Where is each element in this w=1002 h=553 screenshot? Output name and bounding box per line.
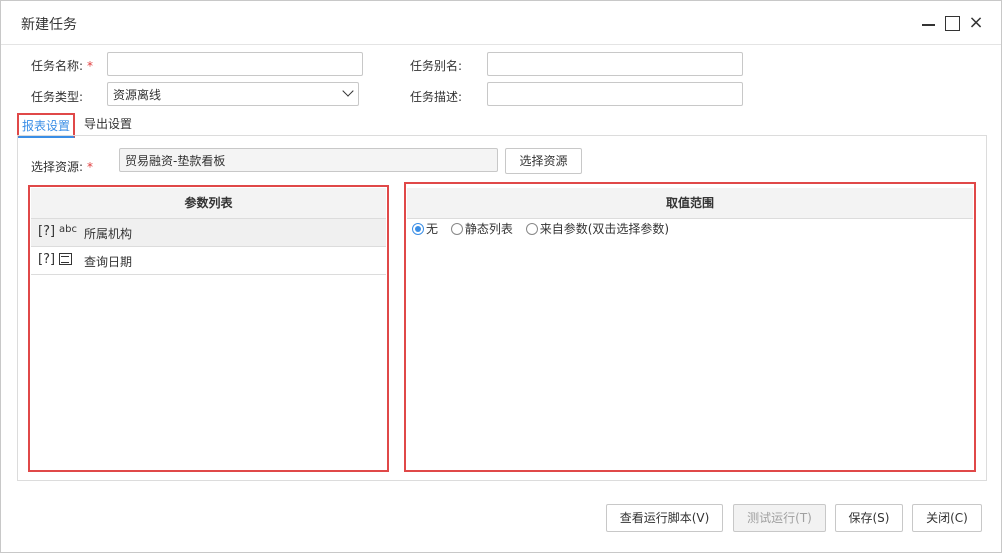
radio-static-list[interactable]: 静态列表 [450, 220, 513, 237]
task-type-select[interactable]: 资源离线 [107, 82, 359, 106]
text-type-icon: abc [59, 224, 77, 235]
view-script-button[interactable]: 查看运行脚本(V) [606, 504, 723, 532]
param-name: 查询日期 [84, 255, 133, 269]
maximize-icon[interactable] [942, 13, 962, 33]
task-name-input[interactable] [107, 52, 363, 76]
task-desc-label: 任务描述: [410, 90, 463, 104]
param-row-date[interactable]: [?] 查询日期 [31, 247, 386, 275]
radio-none[interactable]: 无 [412, 220, 438, 237]
radio-from-param[interactable]: 来自参数(双击选择参数) [525, 220, 669, 237]
resource-input[interactable]: 贸易融资-垫款看板 [119, 148, 498, 172]
radio-unchecked-icon [450, 222, 463, 235]
dialog-title: 新建任务 [21, 17, 77, 33]
test-run-button[interactable]: 测试运行(T) [733, 504, 826, 532]
value-range-header: 取值范围 [407, 188, 973, 219]
unknown-flag: [?] [38, 252, 56, 267]
minimize-icon[interactable] [919, 13, 939, 33]
param-list-header: 参数列表 [31, 188, 386, 219]
task-alias-input[interactable] [487, 52, 743, 76]
new-task-dialog: 新建任务 × 任务名称: * 任务别名: 任务类型: 资源离线 任务描述: 报表设… [0, 0, 1002, 553]
task-type-value: 资源离线 [113, 88, 162, 102]
task-name-label: 任务名称: * [31, 59, 94, 73]
required-asterisk: * [87, 160, 94, 174]
param-name: 所属机构 [84, 227, 133, 241]
radio-checked-icon [412, 222, 424, 235]
title-bar: 新建任务 × [1, 1, 1001, 45]
chevron-down-icon [343, 88, 353, 98]
param-row-org[interactable]: [?] abc 所属机构 [31, 219, 386, 247]
close-button[interactable]: 关闭(C) [912, 504, 982, 532]
task-desc-input[interactable] [487, 82, 743, 106]
tab-export-settings[interactable]: 导出设置 [81, 113, 135, 134]
radio-unchecked-icon [525, 222, 538, 235]
save-button[interactable]: 保存(S) [835, 504, 903, 532]
resource-label: 选择资源: * [31, 160, 94, 174]
unknown-flag: [?] [38, 224, 56, 239]
task-alias-label: 任务别名: [410, 59, 463, 73]
select-resource-button[interactable]: 选择资源 [505, 148, 582, 174]
close-icon[interactable]: × [966, 13, 986, 33]
task-type-label: 任务类型: [31, 90, 84, 104]
calendar-icon [59, 253, 72, 265]
value-range-options: 无 静态列表 来自参数(双击选择参数) [412, 220, 678, 238]
required-asterisk: * [87, 59, 94, 73]
